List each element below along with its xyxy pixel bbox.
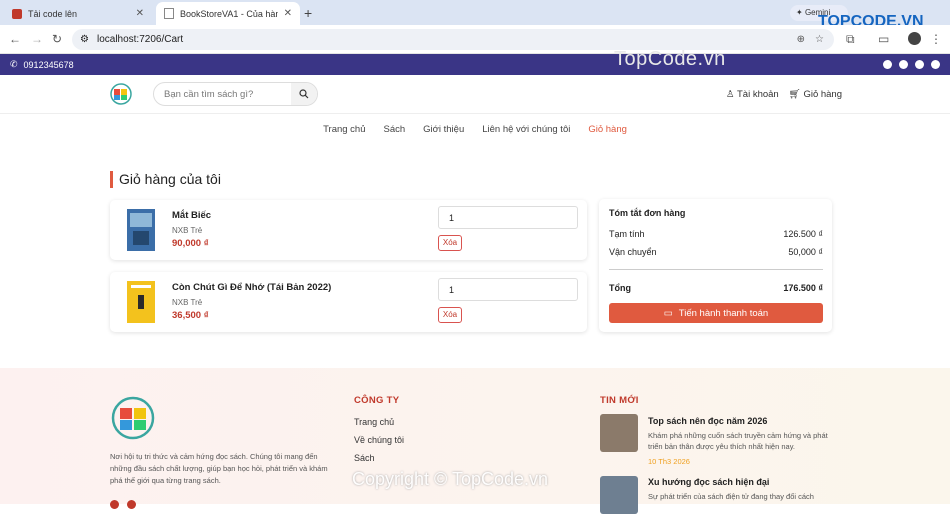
book-name[interactable]: Mắt Biếc	[172, 210, 211, 221]
overlay-watermark: TopCode.vn	[614, 48, 726, 70]
site-favicon-icon	[12, 8, 22, 19]
delete-button[interactable]: Xóa	[438, 235, 462, 251]
book-publisher: NXB Trẻ	[172, 298, 203, 307]
nav-books[interactable]: Sách	[384, 124, 406, 144]
footer-description: Nơi hội tụ tri thức và cảm hứng đọc sách…	[110, 452, 328, 485]
profile-avatar[interactable]	[908, 32, 921, 45]
site-header: Bạn cần tìm sách gì? ♙ Tài khoản 🛒︎ Giỏ …	[0, 75, 950, 114]
page-favicon-icon	[164, 8, 174, 19]
menu-icon[interactable]: ⋮	[930, 32, 942, 46]
reload-icon[interactable]: ↻	[52, 32, 62, 46]
news-heading: TIN MỚI	[600, 395, 639, 406]
phone-number: 0912345678	[23, 59, 74, 70]
tab-title: BookStoreVA1 - Của hàng sách	[180, 8, 278, 19]
facebook-icon[interactable]	[110, 500, 119, 509]
browser-tab-upload[interactable]: Tải code lên ✕	[4, 2, 152, 25]
news-desc: Khám phá những cuốn sách truyền cảm hứng…	[648, 431, 828, 451]
browser-tab-bar: Tải code lên ✕ BookStoreVA1 - Của hàng s…	[0, 0, 950, 30]
book-cover-image[interactable]	[127, 209, 155, 251]
order-summary: Tóm tắt đơn hàng Tạm tính 126.500 ₫ Vận c…	[599, 199, 832, 332]
page-title: Giỏ hàng của tôi	[110, 171, 221, 188]
new-tab-icon[interactable]: +	[304, 5, 312, 21]
linkedin-icon[interactable]	[915, 60, 924, 69]
cart-icon: 🛒︎	[788, 89, 801, 100]
main-nav: Trang chủ Sách Giới thiệu Liên hệ với ch…	[0, 114, 950, 144]
user-icon: ♙	[726, 89, 735, 100]
search-box[interactable]: Bạn cần tìm sách gì?	[153, 82, 318, 106]
summary-title: Tóm tắt đơn hàng	[609, 208, 686, 218]
checkout-button[interactable]: ▭ Tiến hành thanh toán	[609, 303, 823, 323]
cart-item: Mắt Biếc NXB Trẻ 90,000 ₫ 1 Xóa	[110, 200, 587, 260]
credit-card-icon: ▭	[663, 307, 673, 319]
extensions-icon[interactable]: ⧉	[846, 32, 855, 47]
book-price: 36,500 ₫	[172, 310, 209, 321]
divider	[609, 269, 823, 270]
cart-link[interactable]: 🛒︎ Giỏ hàng	[789, 89, 842, 100]
facebook-icon[interactable]	[883, 60, 892, 69]
quantity-input[interactable]: 1	[438, 206, 578, 229]
news-title[interactable]: Top sách nên đọc năm 2026	[648, 416, 767, 426]
close-tab-icon[interactable]: ✕	[136, 8, 144, 19]
address-bar-row: ← → ↻ ⚙ localhost:7206/Cart ⊕ ☆ ⧉ ▭ ⋮	[0, 25, 950, 54]
news-desc: Sự phát triển của sách điện tử đang thay…	[648, 492, 814, 501]
bookmark-icon[interactable]: ☆	[815, 34, 824, 45]
delete-button[interactable]: Xóa	[438, 307, 462, 323]
tab-search-icon[interactable]: ▭	[878, 32, 889, 46]
total-row: Tổng 176.500 ₫	[609, 283, 823, 293]
footer-link-about[interactable]: Về chúng tôi	[354, 435, 404, 445]
url-text: localhost:7206/Cart	[96, 34, 184, 45]
footer-social	[110, 500, 136, 509]
search-icon[interactable]	[291, 83, 317, 105]
news-date: 10 Th3 2026	[648, 457, 690, 466]
tab-title: Tải code lên	[28, 8, 78, 19]
twitter-icon[interactable]	[931, 60, 940, 69]
subtotal-row: Tạm tính 126.500 ₫	[609, 229, 823, 239]
footer-link-books[interactable]: Sách	[354, 453, 375, 463]
news-thumbnail[interactable]	[600, 414, 638, 452]
site-logo-icon[interactable]	[109, 83, 133, 105]
site-info-icon[interactable]: ⚙	[80, 34, 89, 45]
instagram-icon[interactable]	[899, 60, 908, 69]
phone-icon: ✆	[10, 59, 18, 69]
browser-tab-bookstore[interactable]: BookStoreVA1 - Của hàng sách ✕	[156, 2, 300, 25]
zoom-icon[interactable]: ⊕	[797, 34, 805, 45]
close-tab-icon[interactable]: ✕	[284, 8, 292, 19]
account-link[interactable]: ♙ Tài khoản	[726, 89, 779, 100]
site-topbar: ✆ 0912345678	[0, 54, 950, 75]
copyright-watermark: Copyright © TopCode.vn	[352, 469, 549, 489]
news-title[interactable]: Xu hướng đọc sách hiện đại	[648, 477, 769, 487]
news-thumbnail[interactable]	[600, 476, 638, 514]
back-icon[interactable]: ←	[9, 32, 21, 46]
search-input[interactable]: Bạn cần tìm sách gì?	[164, 89, 253, 100]
forward-icon[interactable]: →	[31, 32, 43, 46]
shipping-row: Vận chuyển 50,000 ₫	[609, 247, 823, 257]
nav-home[interactable]: Trang chủ	[323, 124, 365, 144]
quantity-input[interactable]: 1	[438, 278, 578, 301]
footer-logo-icon	[111, 396, 155, 440]
footer-link-home[interactable]: Trang chủ	[354, 417, 394, 427]
book-publisher: NXB Trẻ	[172, 226, 203, 235]
book-price: 90,000 ₫	[172, 238, 209, 249]
nav-about[interactable]: Giới thiệu	[423, 124, 464, 144]
book-name[interactable]: Còn Chút Gì Để Nhớ (Tái Bản 2022)	[172, 282, 331, 293]
url-field[interactable]: ⚙ localhost:7206/Cart ⊕ ☆	[72, 29, 834, 50]
book-cover-image[interactable]	[127, 281, 155, 323]
nav-cart[interactable]: Giỏ hàng	[588, 124, 627, 144]
company-heading: CÔNG TY	[354, 395, 400, 406]
cart-item: Còn Chút Gì Để Nhớ (Tái Bản 2022) NXB Tr…	[110, 272, 587, 332]
instagram-icon[interactable]	[127, 500, 136, 509]
nav-contact[interactable]: Liên hệ với chúng tôi	[482, 124, 570, 144]
